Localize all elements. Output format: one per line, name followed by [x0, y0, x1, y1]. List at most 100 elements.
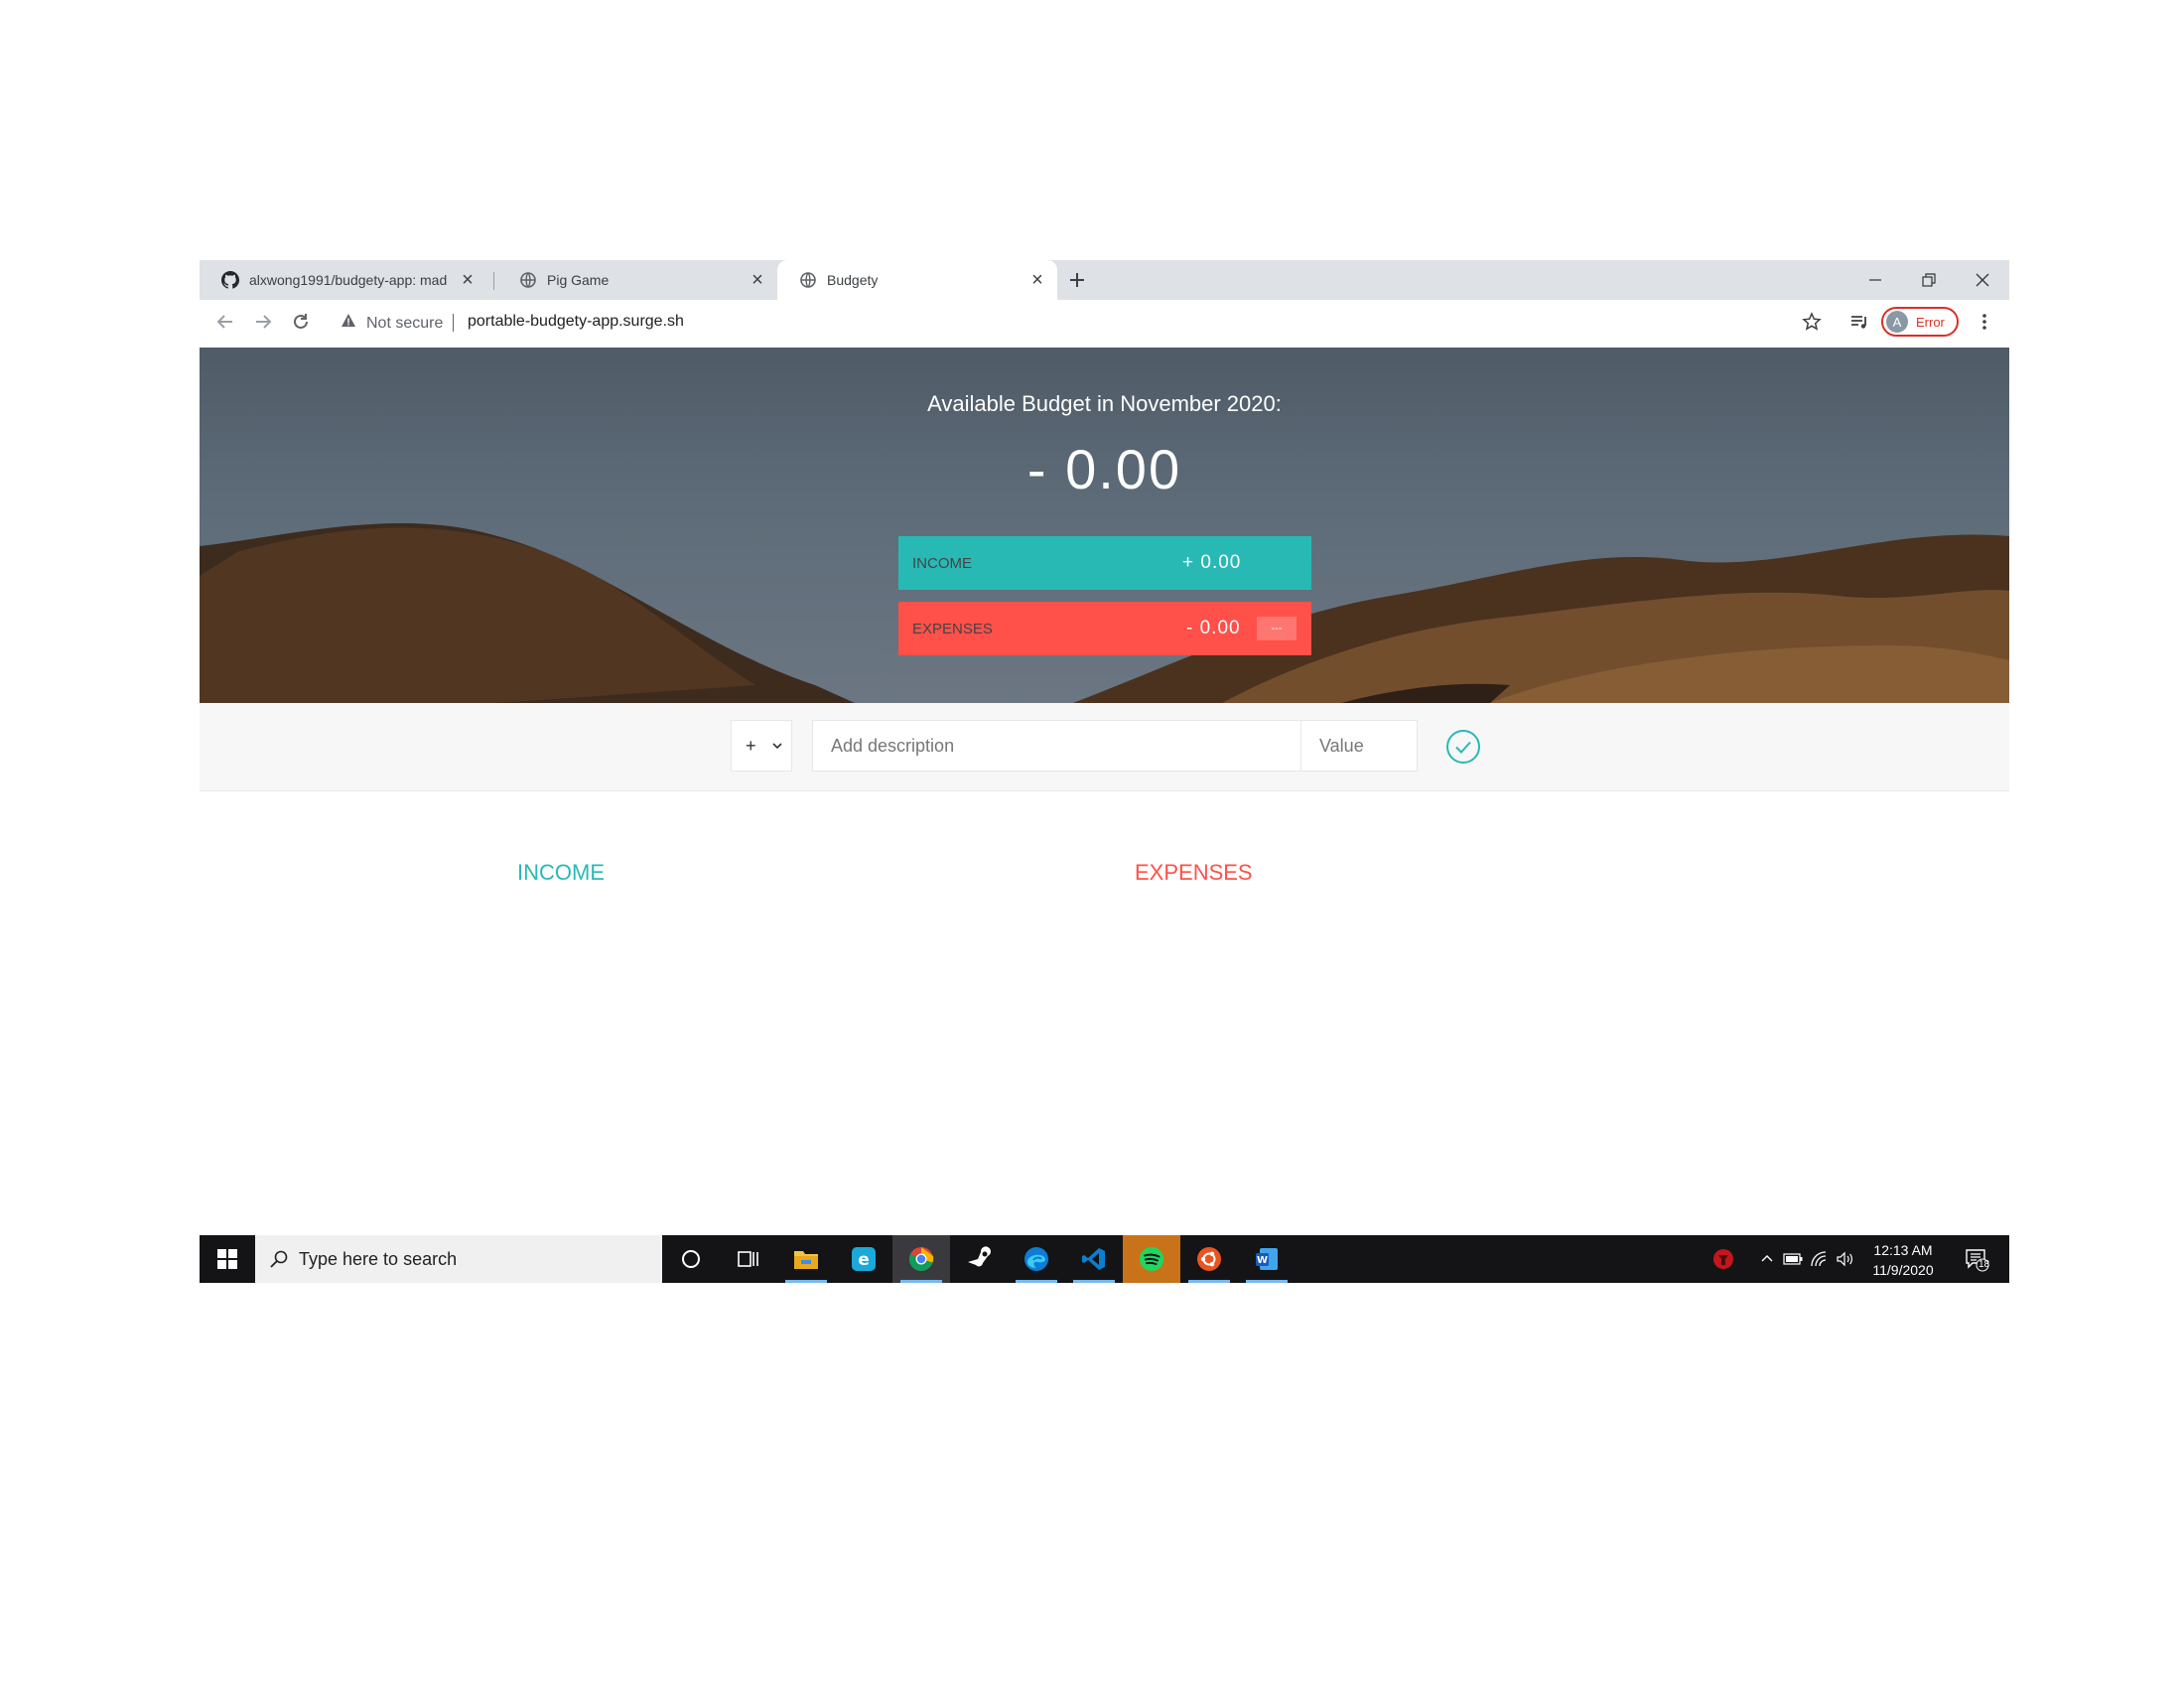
chevron-down-icon — [772, 743, 782, 750]
income-summary-value: + 0.00 — [1182, 552, 1242, 573]
address-bar[interactable]: portable-budgety-app.surge.sh — [468, 313, 684, 331]
globe-icon — [799, 271, 817, 289]
add-item-button[interactable] — [1445, 729, 1481, 765]
income-list-header: INCOME — [517, 860, 605, 885]
active-indicator — [1246, 1280, 1288, 1283]
check-circle-icon — [1446, 730, 1480, 764]
close-tab-icon[interactable]: × — [456, 268, 479, 292]
svg-text:W: W — [1257, 1255, 1268, 1266]
expenses-summary-value: - 0.00 — [1186, 618, 1241, 638]
cortana-button[interactable] — [662, 1235, 720, 1283]
tab-github[interactable]: alxwong1991/budgety-app: mad × — [200, 260, 487, 300]
show-hidden-icons-button[interactable] — [1756, 1235, 1778, 1283]
menu-button[interactable] — [1973, 310, 1996, 334]
close-tab-icon[interactable]: × — [1025, 268, 1049, 292]
type-select[interactable]: + — [731, 720, 792, 772]
battery-icon[interactable] — [1782, 1235, 1804, 1283]
description-input[interactable] — [812, 720, 1363, 772]
notification-count: 18 — [1979, 1259, 1990, 1270]
word-icon[interactable]: W — [1238, 1235, 1296, 1283]
close-window-button[interactable] — [1956, 260, 2009, 300]
windows-icon — [217, 1249, 237, 1269]
search-icon — [270, 1250, 288, 1268]
back-button[interactable] — [213, 310, 237, 334]
svg-text:e: e — [858, 1250, 870, 1270]
steam-icon[interactable] — [950, 1235, 1008, 1283]
income-summary-label: INCOME — [912, 554, 972, 572]
warning-icon — [341, 313, 356, 334]
income-summary: INCOME + 0.00 — [898, 536, 1311, 590]
media-control-button[interactable] — [1847, 310, 1871, 334]
wifi-icon[interactable] — [1808, 1235, 1830, 1283]
bookmark-star-button[interactable] — [1800, 310, 1824, 334]
arrow-left-icon — [216, 315, 232, 329]
tab-separator — [493, 272, 494, 290]
cortana-icon — [682, 1250, 700, 1268]
expenses-summary: EXPENSES - 0.00 --- — [898, 602, 1311, 655]
playlist-icon — [1851, 316, 1866, 329]
expenses-percentage-badge: --- — [1257, 617, 1297, 640]
github-icon — [221, 271, 239, 289]
star-icon — [1802, 312, 1822, 331]
expenses-list-header: EXPENSES — [1135, 860, 1253, 885]
taskbar-search-placeholder: Type here to search — [299, 1248, 458, 1269]
tray-app-icon[interactable] — [1708, 1235, 1738, 1283]
plus-icon — [1070, 273, 1084, 287]
clock-date: 11/9/2020 — [1872, 1262, 1934, 1278]
add-item-bar: + — [200, 703, 2009, 791]
active-indicator — [1073, 1280, 1115, 1283]
profile-status: Error — [1916, 314, 1945, 330]
url-separator — [453, 314, 454, 332]
close-icon — [1976, 273, 1989, 287]
arrow-right-icon — [256, 315, 272, 329]
windows-taskbar: Type here to search e W 12:13 AM 11/9/20… — [200, 1235, 2009, 1283]
budget-header: Available Budget in November 2020: - 0.0… — [200, 348, 2009, 703]
taskbar-clock[interactable]: 12:13 AM 11/9/2020 — [1863, 1240, 1943, 1280]
chevron-up-icon — [1761, 1255, 1773, 1262]
active-indicator — [785, 1280, 827, 1283]
reload-icon — [294, 314, 308, 329]
forward-button[interactable] — [251, 310, 275, 334]
avatar: A — [1886, 311, 1908, 333]
browser-toolbar: Not secure portable-budgety-app.surge.sh… — [200, 300, 2009, 344]
budget-value: - 0.00 — [1026, 438, 1182, 500]
minimize-button[interactable] — [1848, 260, 1902, 300]
security-indicator[interactable]: Not secure — [341, 313, 443, 334]
file-explorer-icon[interactable] — [777, 1235, 835, 1283]
security-label: Not secure — [366, 314, 444, 332]
vscode-icon[interactable] — [1065, 1235, 1123, 1283]
close-tab-icon[interactable]: × — [746, 268, 769, 292]
taskbar-search[interactable]: Type here to search — [255, 1235, 662, 1283]
reload-button[interactable] — [289, 310, 313, 334]
value-input[interactable] — [1300, 720, 1418, 772]
edge-icon[interactable] — [1008, 1235, 1065, 1283]
action-center-button[interactable]: 18 — [1957, 1235, 1996, 1283]
tab-budgety[interactable]: Budgety × — [777, 260, 1057, 300]
tab-strip: alxwong1991/budgety-app: mad × Pig Game … — [200, 260, 2009, 300]
task-view-icon — [738, 1251, 758, 1267]
new-tab-button[interactable] — [1063, 266, 1091, 294]
spotify-icon[interactable] — [1123, 1235, 1180, 1283]
active-indicator — [900, 1280, 942, 1283]
chrome-icon[interactable] — [892, 1235, 950, 1283]
restore-icon — [1922, 273, 1936, 287]
edge-legacy-icon[interactable]: e — [835, 1235, 892, 1283]
ubuntu-icon[interactable] — [1180, 1235, 1238, 1283]
browser-window: alxwong1991/budgety-app: mad × Pig Game … — [200, 260, 2009, 1283]
type-select-value: + — [746, 735, 756, 756]
active-indicator — [1016, 1280, 1057, 1283]
restore-button[interactable] — [1902, 260, 1956, 300]
task-view-button[interactable] — [720, 1235, 777, 1283]
tab-title: Pig Game — [547, 272, 610, 288]
more-vertical-icon — [1982, 314, 1986, 330]
globe-icon — [519, 271, 537, 289]
expenses-summary-label: EXPENSES — [912, 620, 993, 637]
active-indicator — [1188, 1280, 1230, 1283]
volume-icon[interactable] — [1834, 1235, 1855, 1283]
profile-button[interactable]: A Error — [1881, 307, 1959, 337]
start-button[interactable] — [200, 1235, 255, 1283]
tab-title: Budgety — [827, 272, 879, 288]
budget-title: Available Budget in November 2020: — [927, 391, 1282, 416]
clock-time: 12:13 AM — [1873, 1242, 1933, 1258]
tab-pig-game[interactable]: Pig Game × — [497, 260, 777, 300]
